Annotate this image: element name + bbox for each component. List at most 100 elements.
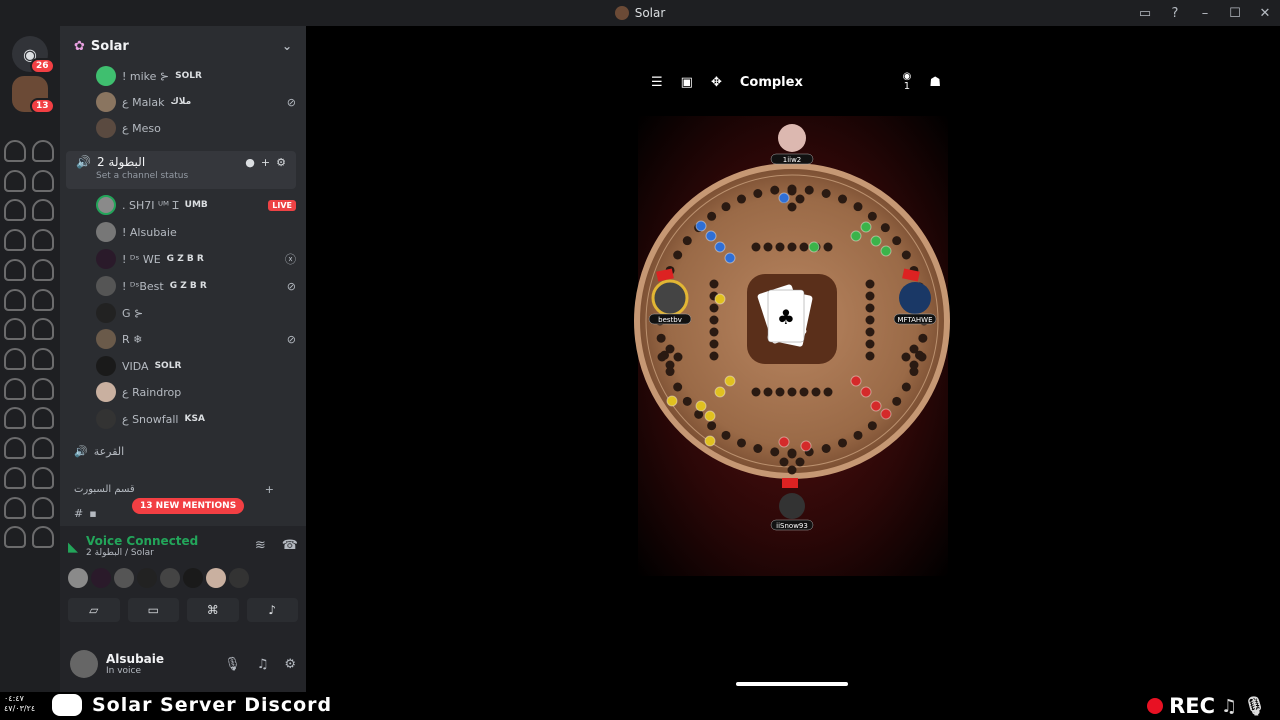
minimize-button[interactable]: –: [1190, 6, 1220, 21]
board-hole: [709, 327, 719, 337]
marble: [880, 408, 892, 420]
board-hole: [799, 242, 809, 252]
voice-user[interactable]: ع Raindrop: [96, 379, 296, 405]
noise-suppression-icon[interactable]: ≋: [255, 538, 266, 553]
xbox-icon: ⓧ: [285, 253, 296, 266]
home-badge: 26: [30, 58, 55, 74]
board-hole: [787, 387, 797, 397]
board-hole: [918, 333, 928, 343]
user-tag: UMB: [184, 200, 208, 210]
avatar[interactable]: [70, 650, 98, 678]
camera-button[interactable]: ▱: [68, 598, 120, 622]
board-hole: [665, 344, 675, 354]
voice-user[interactable]: R ❄ ⊘: [96, 326, 296, 352]
user-name: ! ᴰˢBest: [122, 279, 164, 293]
marble: [860, 386, 872, 398]
voice-user[interactable]: ع Meso: [96, 115, 296, 141]
server-header[interactable]: ✿ Solar ⌄: [60, 26, 306, 66]
microphone-icon[interactable]: 🎙: [224, 657, 241, 672]
game-board: ♣ 1iiw2 bestbv MFTAHWE iiSnow93: [634, 124, 950, 531]
voice-channel[interactable]: 🔊 البطولة 2 ● + ⚙ Set a channel status: [66, 151, 296, 189]
board-hole: [865, 351, 875, 361]
avatar: [96, 195, 116, 215]
soundboard-button[interactable]: ♪: [246, 598, 298, 622]
user-name: ! mike ⊱: [122, 69, 170, 83]
board-hole: [865, 291, 875, 301]
invite-icon[interactable]: +: [261, 156, 270, 169]
signal-icon[interactable]: ◣: [68, 540, 78, 555]
voice-user[interactable]: ع Snowfall KSA: [96, 406, 296, 432]
board-hole: [795, 194, 805, 204]
discord-logo-icon: [52, 694, 82, 716]
avatar: [96, 66, 116, 86]
gear-icon[interactable]: ⚙: [284, 657, 296, 672]
activity-button[interactable]: ⌘: [187, 598, 239, 622]
avatar: [899, 282, 931, 314]
player-name: iiSnow93: [776, 522, 808, 530]
voice-user[interactable]: G ⊱: [96, 300, 296, 326]
board-hole: [673, 382, 683, 392]
help-icon[interactable]: ?: [1160, 6, 1190, 21]
marble: [778, 436, 790, 448]
channel-status[interactable]: Set a channel status: [96, 171, 286, 181]
board-hole: [901, 250, 911, 260]
marble: [724, 375, 736, 387]
user-tag: SOLR: [154, 361, 182, 371]
player-name-tag: 1iiw2: [770, 153, 814, 165]
voice-user[interactable]: ع Malak ملاك ⊘: [96, 89, 296, 115]
maximize-button[interactable]: ☐: [1220, 6, 1250, 21]
board-hole: [779, 457, 789, 467]
inbox-icon[interactable]: ▭: [1130, 6, 1160, 21]
voice-user[interactable]: . SH7I ᵁᴹ Ɪ UMB LIVE: [96, 192, 296, 218]
disconnect-icon[interactable]: ☎: [282, 538, 298, 553]
home-button[interactable]: ◉ 26: [12, 36, 55, 74]
board-hole: [823, 387, 833, 397]
user-name: ع Raindrop: [122, 385, 182, 399]
voice-user[interactable]: ! mike ⊱ SOLR: [96, 63, 296, 89]
board-hole: [709, 339, 719, 349]
gear-icon[interactable]: ⚙: [276, 156, 286, 169]
board-hole: [909, 344, 919, 354]
plus-icon[interactable]: +: [265, 483, 274, 496]
avatar: [96, 222, 116, 242]
voice-user[interactable]: ! ᴰˢBest G Z B R ⊘: [96, 273, 296, 299]
chat-icon[interactable]: ●: [245, 156, 255, 169]
voice-user[interactable]: VIDA SOLR: [96, 353, 296, 379]
chevron-down-icon[interactable]: ⌄: [282, 39, 292, 53]
board-hole: [721, 202, 731, 212]
user-tag: SOLR: [175, 71, 202, 81]
voice-connected-label: Voice Connected: [86, 534, 199, 548]
avatar: [779, 493, 805, 519]
player-name: bestbv: [658, 316, 682, 324]
avatar: [96, 409, 116, 429]
new-mentions-pill[interactable]: 13 NEW MENTIONS: [132, 498, 245, 514]
category-name: قسم السبورت: [74, 483, 135, 495]
headphones-icon[interactable]: ♫: [257, 657, 269, 672]
board-hole: [721, 430, 731, 440]
user-name: Alsubaie: [106, 652, 165, 666]
user-name: ع Snowfall: [122, 412, 179, 426]
screen-share-button[interactable]: ▭: [127, 598, 179, 622]
microphone-icon: 🎙: [1243, 695, 1266, 717]
player-name: MFTAHWE: [897, 316, 932, 324]
voice-channel-path[interactable]: البطولة 2 / Solar: [86, 548, 198, 558]
voice-channel-2[interactable]: 🔊 القرعة: [74, 438, 274, 464]
board-hole: [709, 303, 719, 313]
avatar: [96, 276, 116, 296]
solar-server-icon[interactable]: 13: [12, 76, 55, 114]
user-name: ع Malak: [122, 95, 165, 109]
user-name: ع Meso: [122, 121, 161, 135]
close-button[interactable]: ✕: [1250, 6, 1280, 21]
board-hole: [838, 438, 848, 448]
headset-icon: ♫: [1221, 695, 1238, 717]
board-hole: [804, 185, 814, 195]
user-name: VIDA: [122, 359, 149, 373]
board-hole: [665, 360, 675, 370]
voice-user[interactable]: ! ᴰˢ WE G Z B R ⓧ: [96, 246, 296, 272]
live-badge: LIVE: [268, 199, 296, 211]
server-avatar-icon: [614, 6, 629, 20]
window-title: Solar: [634, 6, 666, 20]
board-hole: [682, 236, 692, 246]
voice-user[interactable]: ! Alsubaie: [96, 219, 296, 245]
muted-icon: ⊘: [286, 95, 296, 109]
